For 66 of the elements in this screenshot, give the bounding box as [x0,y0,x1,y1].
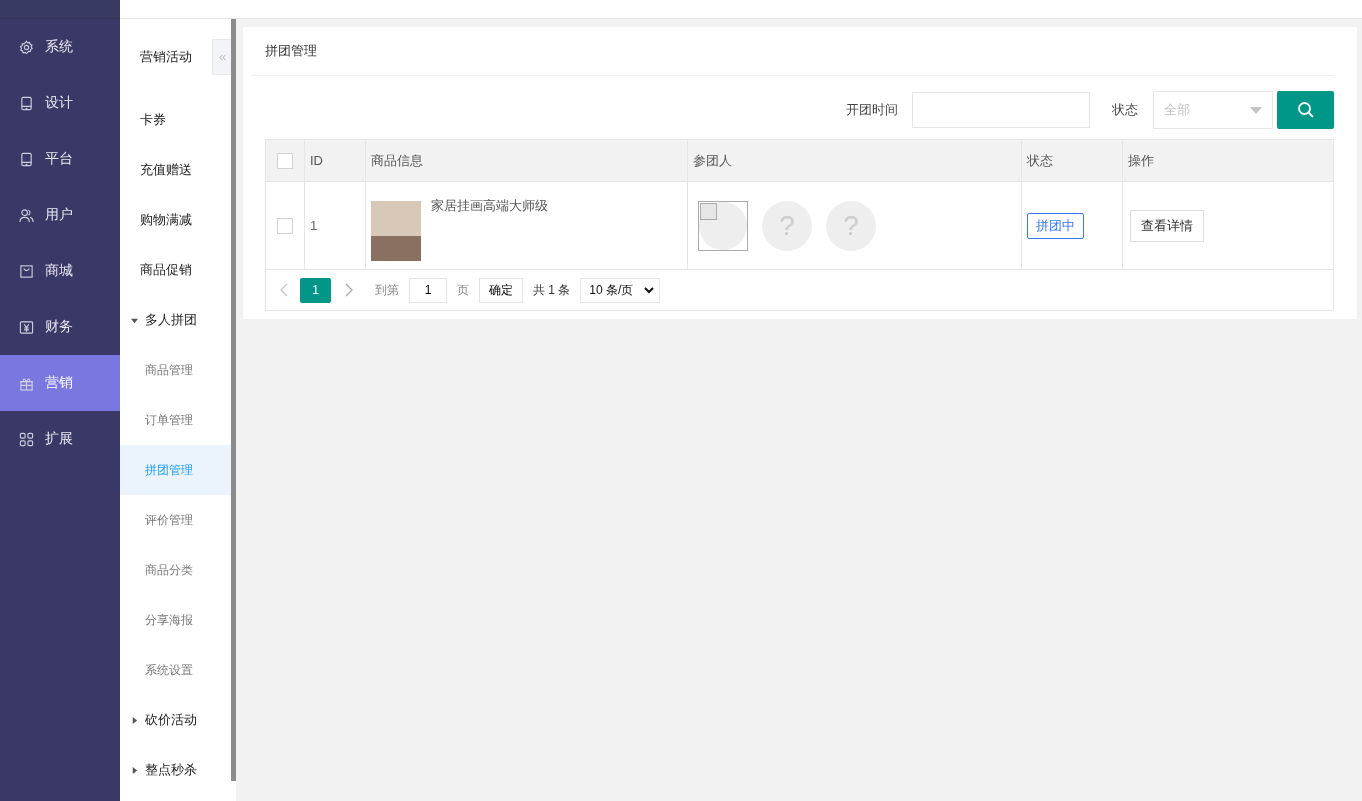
sub-nav-group[interactable]: 砍价活动 [120,695,231,745]
page-size-select[interactable]: 10 条/页 [580,277,661,303]
main-nav-item[interactable]: 系统 [0,19,120,75]
select-all-checkbox[interactable] [277,152,293,169]
main-nav-item[interactable]: 商城 [0,243,120,299]
filter-label: 开团时间 [846,101,898,119]
column-header: 操作 [1122,140,1333,182]
table-cell: 1 [304,181,366,270]
search-button[interactable] [1277,91,1334,129]
total-count: 共 1 条 [533,281,571,299]
search-icon [1296,101,1315,119]
chevron-left-icon[interactable] [280,283,288,297]
bag-icon [19,263,34,279]
column-header: 状态 [1021,140,1123,182]
main-nav-item[interactable]: 用户 [0,187,120,243]
sub-nav-child-item[interactable]: 商品分类 [120,545,231,595]
panel-title: 拼团管理 [251,27,1334,76]
gear-icon [19,39,34,55]
page-input-field[interactable]: 1 [409,277,447,303]
sub-nav-child-item[interactable]: 系统设置 [120,645,231,695]
main-nav-item[interactable]: 扩展 [0,411,120,467]
yen-icon [19,319,34,335]
broken-image-avatar [698,200,748,251]
sub-sidebar-title: 营销活动 [139,48,192,66]
main-nav-item[interactable]: 设计 [0,75,120,131]
status-tag: 拼团中 [1027,212,1084,239]
unknown-avatar: ? [826,200,876,251]
main-nav-item[interactable]: 平台 [0,131,120,187]
product-name: 家居挂画高端大师级 [431,196,548,215]
column-header: 商品信息 [365,140,688,182]
caret-down-icon [131,316,138,324]
sub-nav-group[interactable]: 整点秒杀 [120,745,231,795]
caret-right-icon [131,716,138,724]
caret-right-icon [131,766,138,774]
tablet-icon [19,151,34,167]
double-chevron-left-icon [217,52,227,62]
filter-label: 状态 [1112,101,1138,119]
sub-nav-child-item[interactable]: 分享海报 [120,595,231,645]
tablet-icon [19,95,34,111]
page-button[interactable]: 1 [300,277,331,303]
sub-nav-group[interactable]: 多人拼团 [120,295,231,345]
chevron-right-icon[interactable] [345,283,353,297]
chevron-down-icon [644,286,655,294]
view-details-button[interactable]: 查看详情 [1130,209,1204,242]
sub-nav-child-item[interactable]: 商品管理 [120,345,231,395]
row-checkbox[interactable] [277,217,293,234]
date-input-field[interactable] [912,92,1090,128]
sub-nav-child-item[interactable]: 订单管理 [120,395,231,445]
confirm-button[interactable]: 确定 [479,277,523,303]
caret-down-icon [1250,106,1262,114]
grid-icon [19,431,34,447]
goto-label: 到第 [375,281,399,299]
users-icon [19,207,34,223]
scrollbar[interactable] [231,19,236,781]
sub-nav-item[interactable]: 卡券 [120,95,231,145]
main-nav-item[interactable]: 财务 [0,299,120,355]
page-unit-label: 页 [457,281,469,299]
collapse-button[interactable] [212,39,231,75]
column-header: ID [304,140,366,182]
sub-nav-item[interactable]: 商品促销 [120,245,231,295]
column-header: 参团人 [687,140,1022,182]
main-nav-item[interactable]: 营销 [0,355,120,411]
sub-nav-child-item[interactable]: 评价管理 [120,495,231,545]
sub-nav-item[interactable]: 充值赠送 [120,145,231,195]
unknown-avatar: ? [762,200,812,251]
sub-nav-item[interactable]: 购物满减 [120,195,231,245]
